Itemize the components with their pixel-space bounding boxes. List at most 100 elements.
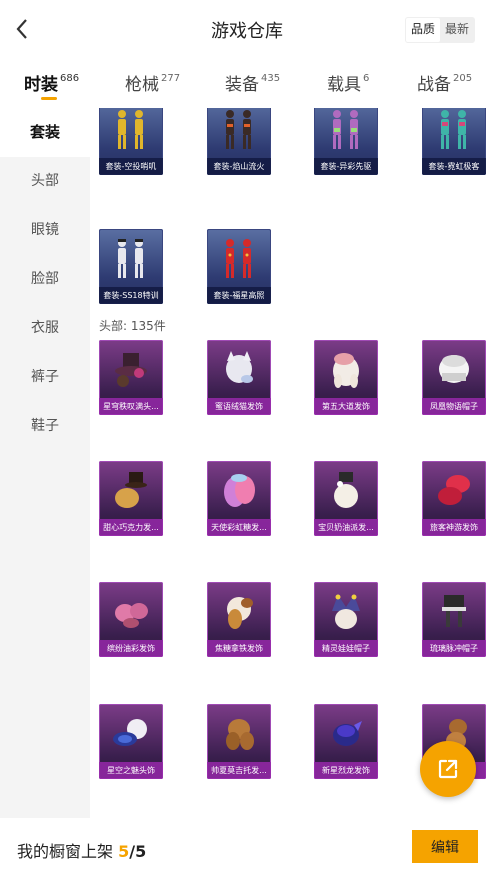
- hat-icon: [314, 461, 378, 519]
- item-name: 第五大道发饰: [314, 398, 378, 415]
- hair-accessory-icon: [207, 582, 271, 640]
- hat-icon: [99, 340, 163, 398]
- sort-option-quality[interactable]: 品质: [406, 18, 441, 42]
- share-button[interactable]: [420, 741, 476, 797]
- hat-icon: [422, 340, 486, 398]
- hat-icon: [99, 704, 163, 762]
- active-tab-indicator: [41, 97, 57, 100]
- item-name: 蜜语绒猫发饰: [207, 398, 271, 415]
- tab-guns[interactable]: 枪械 277: [125, 70, 180, 95]
- item-name: 焦糖拿铁发饰: [207, 640, 271, 657]
- item-name: 套装-异彩先驱: [314, 158, 378, 175]
- sort-option-newest[interactable]: 最新: [440, 18, 474, 42]
- head-item-card[interactable]: 旅客神游发饰: [422, 461, 486, 536]
- item-name: 套装-SS18特训: [99, 287, 163, 304]
- suit-card[interactable]: 套装-SS18特训: [99, 229, 163, 304]
- tab-supplies[interactable]: 战备 205: [417, 70, 472, 95]
- item-name: 套装-焰山流火: [207, 158, 271, 175]
- category-tabs: 时装 686 枪械 277 装备 435 载具 6 战备 205: [0, 60, 494, 108]
- item-name: 凤凰物语帽子: [422, 398, 486, 415]
- head-item-card[interactable]: 缤纷油彩发饰: [99, 582, 163, 657]
- head-item-card[interactable]: 星穹秩叹满头...: [99, 340, 163, 415]
- hat-icon: [99, 461, 163, 519]
- outfit-figure-icon: [422, 108, 486, 158]
- item-name: 星穹秩叹满头...: [99, 398, 163, 415]
- sidebar-item-face[interactable]: 脸部: [0, 255, 90, 304]
- head-item-card[interactable]: 星空之魅头饰: [99, 704, 163, 779]
- head-item-card[interactable]: 凤凰物语帽子: [422, 340, 486, 415]
- tab-equipment[interactable]: 装备 435: [225, 70, 280, 95]
- tab-vehicles[interactable]: 载具 6: [327, 70, 369, 95]
- tab-label: 枪械: [125, 75, 159, 95]
- suit-card[interactable]: 套装-异彩先驱: [314, 108, 378, 175]
- sidebar: 套装 头部 眼镜 脸部 衣服 裤子 鞋子: [0, 108, 90, 818]
- tab-label: 载具: [327, 75, 361, 95]
- sidebar-item-glasses[interactable]: 眼镜: [0, 206, 90, 255]
- head-item-card[interactable]: 蜜语绒猫发饰: [207, 340, 271, 415]
- hair-accessory-icon: [314, 340, 378, 398]
- sidebar-item-head[interactable]: 头部: [0, 157, 90, 206]
- head-section-label: 头部: 135件: [99, 319, 166, 333]
- item-name: 琉璃脉冲帽子: [422, 640, 486, 657]
- tab-count: 686: [60, 73, 80, 85]
- suit-card[interactable]: 套装-焰山流火: [207, 108, 271, 175]
- hair-accessory-icon: [314, 704, 378, 762]
- item-name: 帅夏莫吉托发...: [207, 762, 271, 779]
- head-item-card[interactable]: 宝贝奶油派发...: [314, 461, 378, 536]
- suit-card[interactable]: 套装-空投哨叽: [99, 108, 163, 175]
- item-name: 旅客神游发饰: [422, 519, 486, 536]
- showcase-current-count: 5: [118, 842, 130, 861]
- item-name: 天使彩虹糖发...: [207, 519, 271, 536]
- sidebar-item-pants[interactable]: 裤子: [0, 353, 90, 402]
- sidebar-item-shoes[interactable]: 鞋子: [0, 402, 90, 451]
- tab-label: 装备: [225, 75, 259, 95]
- item-name: 精灵娃娃帽子: [314, 640, 378, 657]
- head-item-card[interactable]: 帅夏莫吉托发...: [207, 704, 271, 779]
- footer-bar: 我的橱窗上架 5/5 编辑: [0, 818, 494, 875]
- tab-count: 6: [363, 73, 370, 85]
- item-grid: 套装-空投哨叽 套装-焰山流火 套装-异彩先驱 套装-霓虹极客 套装-SS18特…: [90, 108, 494, 818]
- showcase-status: 我的橱窗上架 5/5: [17, 838, 146, 862]
- sidebar-item-suits[interactable]: 套装: [0, 108, 90, 157]
- item-name: 星空之魅头饰: [99, 762, 163, 779]
- head-item-card[interactable]: 新星烈龙发饰: [314, 704, 378, 779]
- head-item-card[interactable]: 第五大道发饰: [314, 340, 378, 415]
- item-name: 宝贝奶油派发...: [314, 519, 378, 536]
- outfit-figure-icon: [207, 108, 271, 158]
- tab-fashion[interactable]: 时装 686: [24, 70, 79, 95]
- outfit-figure-icon: [99, 229, 163, 287]
- head-item-card[interactable]: 精灵娃娃帽子: [314, 582, 378, 657]
- outfit-figure-icon: [314, 108, 378, 158]
- tab-count: 205: [453, 73, 473, 85]
- header: 游戏仓库 品质 最新: [0, 0, 494, 58]
- tab-count: 277: [161, 73, 181, 85]
- head-item-card[interactable]: 焦糖拿铁发饰: [207, 582, 271, 657]
- hair-accessory-icon: [99, 582, 163, 640]
- showcase-label: 我的橱窗上架: [17, 842, 114, 861]
- outfit-figure-icon: [207, 229, 271, 287]
- sidebar-item-clothes[interactable]: 衣服: [0, 304, 90, 353]
- suit-card[interactable]: 套装-霓虹极客: [422, 108, 486, 175]
- hat-icon: [422, 461, 486, 519]
- hair-accessory-icon: [207, 704, 271, 762]
- outfit-figure-icon: [99, 108, 163, 158]
- edit-button[interactable]: 编辑: [412, 830, 478, 863]
- item-name: 套装-福星高照: [207, 287, 271, 304]
- hat-icon: [314, 582, 378, 640]
- sort-toggle[interactable]: 品质 最新: [405, 17, 476, 43]
- showcase-total-count: /5: [129, 842, 147, 861]
- item-name: 缤纷油彩发饰: [99, 640, 163, 657]
- tab-label: 时装: [24, 75, 58, 95]
- item-name: 套装-空投哨叽: [99, 158, 163, 175]
- hat-icon: [422, 582, 486, 640]
- item-name: 甜心巧克力发...: [99, 519, 163, 536]
- share-external-icon: [438, 759, 458, 779]
- item-name: 套装-霓虹极客: [422, 158, 486, 175]
- head-item-card[interactable]: 天使彩虹糖发...: [207, 461, 271, 536]
- item-name: 新星烈龙发饰: [314, 762, 378, 779]
- hair-accessory-icon: [207, 340, 271, 398]
- head-item-card[interactable]: 甜心巧克力发...: [99, 461, 163, 536]
- suit-card[interactable]: 套装-福星高照: [207, 229, 271, 304]
- tab-label: 战备: [417, 75, 451, 95]
- head-item-card[interactable]: 琉璃脉冲帽子: [422, 582, 486, 657]
